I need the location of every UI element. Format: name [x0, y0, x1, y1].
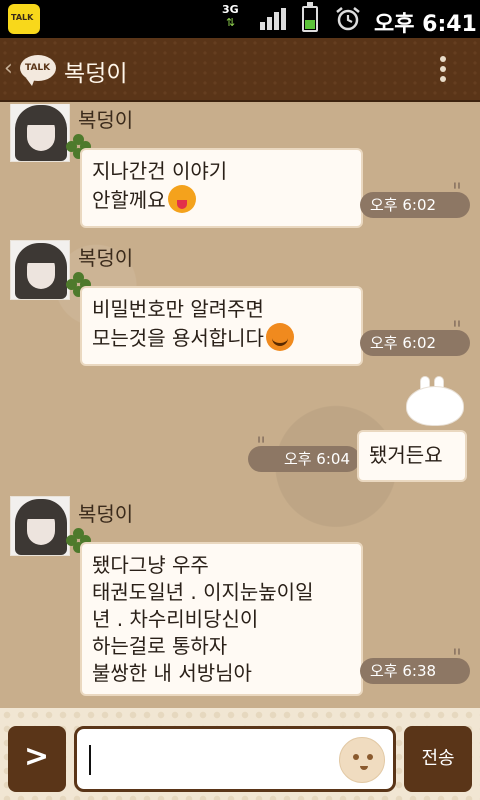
input-bar: > 전송 — [0, 708, 480, 800]
sender-name: 복덩이 — [78, 108, 134, 132]
talk-bubble-icon[interactable]: TALK — [20, 55, 56, 86]
message-time: 오후 6:38 " — [360, 648, 470, 684]
expand-menu-button[interactable]: > — [8, 726, 66, 792]
back-icon[interactable]: ‹ — [4, 58, 13, 80]
sender-name: 복덩이 — [78, 502, 134, 526]
message-bubble[interactable]: 지나간건 이야기 안할께요 — [80, 148, 363, 228]
message-input[interactable] — [87, 739, 317, 779]
tongue-face-emoticon — [167, 185, 196, 213]
message-input-box[interactable] — [74, 726, 396, 792]
chat-area[interactable]: 복덩이 지나간건 이야기 안할께요 오후 6:02 " 복덩이 비밀번호만 알려주… — [0, 104, 480, 708]
message-time: 오후 6:02 " — [360, 320, 470, 356]
kakaotalk-notification-icon: TALK — [8, 4, 40, 34]
message-time: 오후 6:02 " — [360, 182, 470, 218]
message-bubble[interactable]: 비밀번호만 알려주면 모는것을 용서합니다 — [80, 286, 363, 366]
chat-title: 복덩이 — [64, 61, 128, 87]
send-button[interactable]: 전송 — [404, 726, 472, 792]
data-arrows-icon: ⇅ — [226, 16, 236, 29]
emoticon-icon[interactable] — [339, 737, 385, 783]
sender-name: 복덩이 — [78, 246, 134, 270]
status-bar: TALK 3G ⇅ 오후 6:41 — [0, 0, 480, 38]
message-bubble[interactable]: 됐다그냥 우주 태권도일년 . 이지눈높이일 년 . 차수리비당신이 하는걸로 … — [80, 542, 363, 696]
avatar[interactable] — [10, 104, 70, 162]
avatar[interactable] — [10, 240, 70, 300]
message-time: " 오후 6:04 — [248, 436, 360, 472]
menu-icon[interactable] — [440, 56, 448, 84]
alarm-icon — [336, 7, 360, 31]
signal-icon — [260, 8, 286, 30]
bunny-sticker — [404, 376, 466, 428]
my-message-bubble[interactable]: 됐거든요 — [357, 430, 467, 482]
battery-icon — [302, 2, 318, 32]
devil-face-emoticon — [265, 323, 294, 351]
network-3g-icon: 3G — [222, 3, 239, 16]
status-time: 오후 6:41 — [374, 12, 477, 37]
chat-header: ‹ TALK 복덩이 — [0, 38, 480, 102]
avatar[interactable] — [10, 496, 70, 556]
